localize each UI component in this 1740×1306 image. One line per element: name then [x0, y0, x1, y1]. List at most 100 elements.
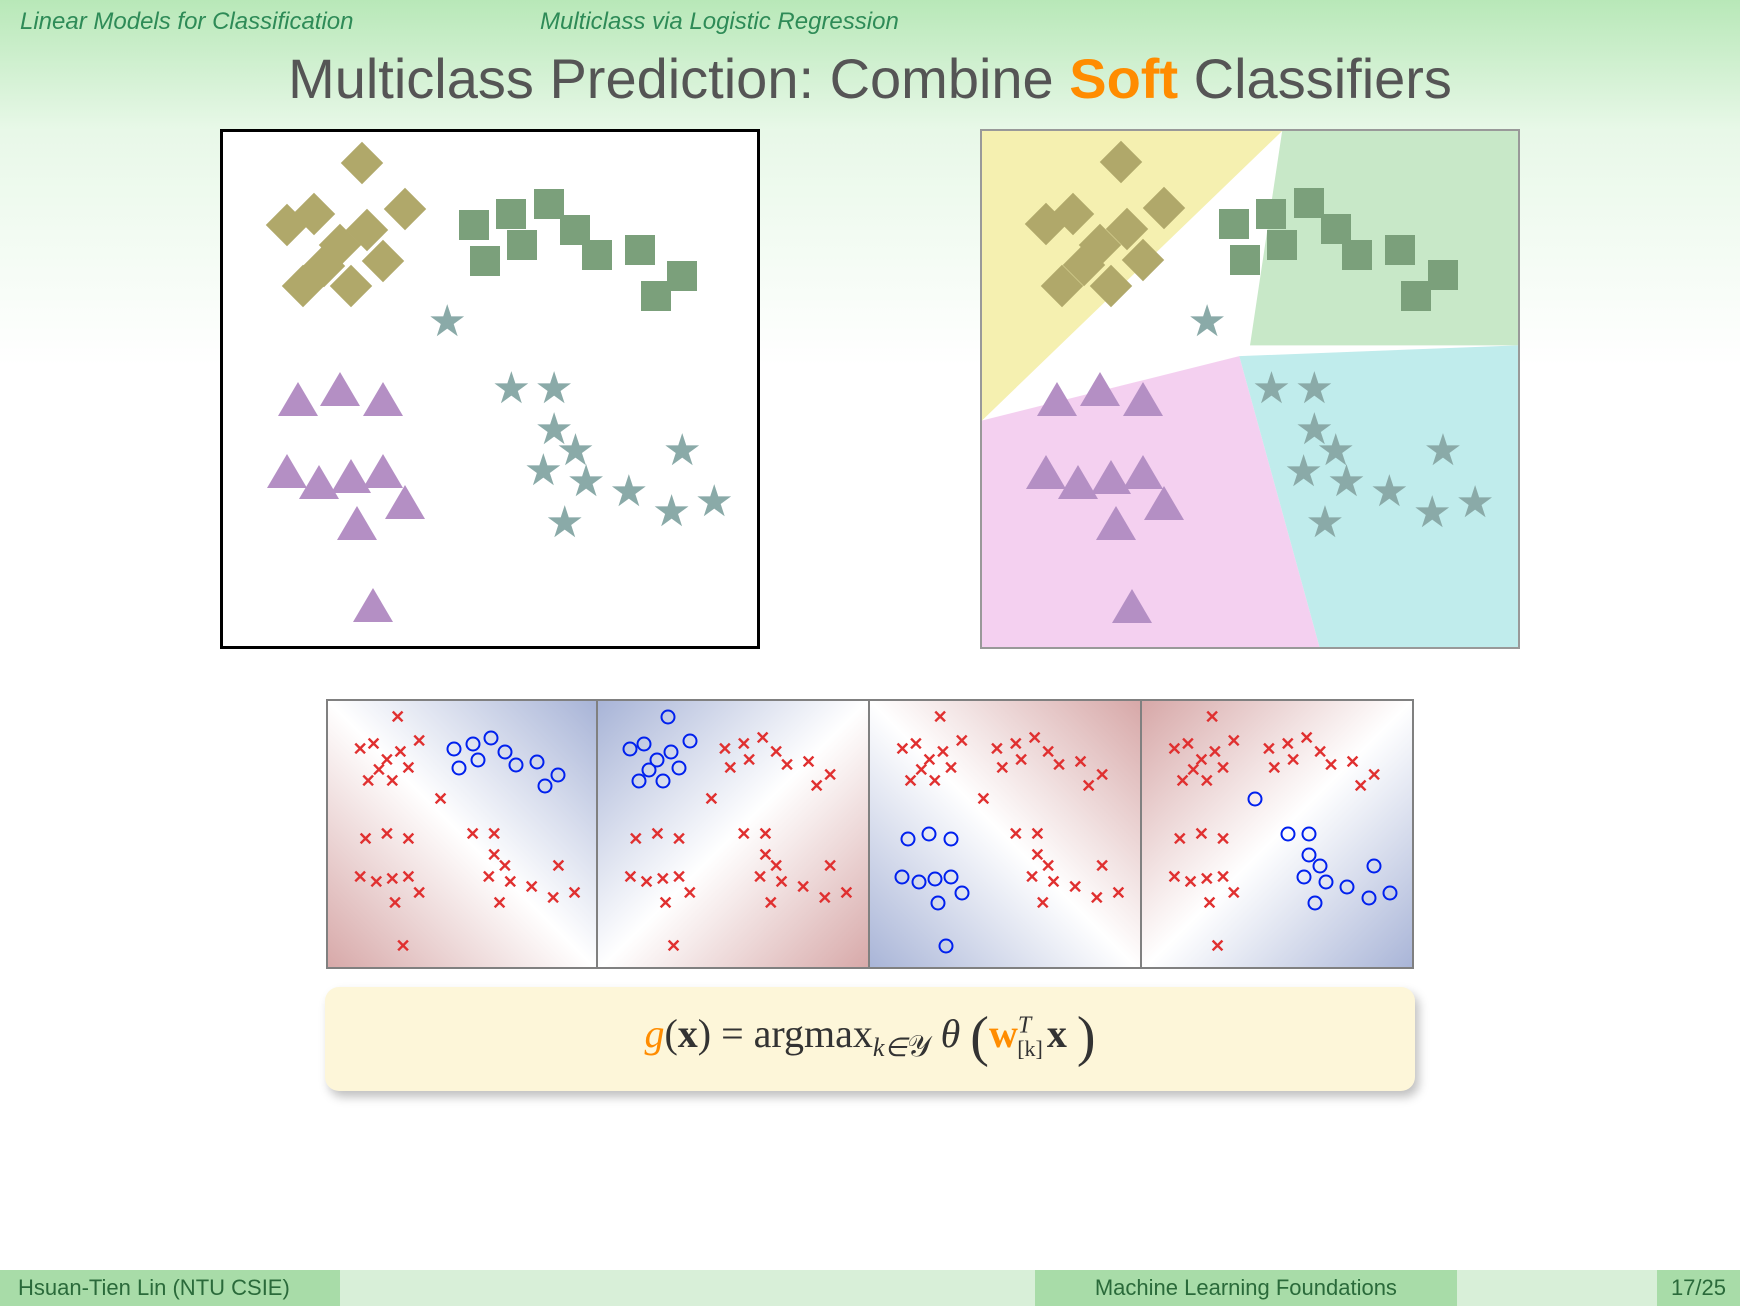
circ-marker [471, 752, 486, 767]
square-marker [1294, 188, 1324, 218]
circ-marker [551, 768, 566, 783]
square-marker [625, 235, 655, 265]
square-marker [1401, 281, 1431, 311]
circ-marker [530, 755, 545, 770]
cross-marker: ✕ [1215, 759, 1230, 777]
square-marker [582, 240, 612, 270]
cross-marker: ✕ [395, 937, 410, 955]
star-marker: ★ [663, 429, 702, 473]
ova-panel-2: ✕✕✕✕✕✕✕✕✕✕✕✕✕✕✕✕✕✕✕✕✕✕✕✕✕✕✕✕✕✕✕✕ [598, 699, 870, 969]
star-marker: ★ [1187, 300, 1226, 344]
star-marker: ★ [1284, 450, 1323, 494]
circ-marker [1340, 880, 1355, 895]
cross-marker: ✕ [1205, 708, 1220, 726]
circ-marker [1297, 869, 1312, 884]
circ-marker [938, 938, 953, 953]
cross-marker: ✕ [903, 772, 918, 790]
circ-marker [954, 885, 969, 900]
cross-marker: ✕ [774, 873, 789, 891]
circ-marker [682, 733, 697, 748]
footer-page: 17/25 [1657, 1270, 1740, 1306]
cross-marker: ✕ [796, 878, 811, 896]
ova-panel-1: ✕✕✕✕✕✕✕✕✕✕✕✕✕✕✕✕✕✕✕✕✕✕✕✕✕✕✕✕✕✕✕✕ [326, 699, 598, 969]
cross-marker: ✕ [1068, 878, 1083, 896]
star-marker: ★ [545, 501, 584, 545]
cross-marker: ✕ [1215, 830, 1230, 848]
cross-marker: ✕ [524, 878, 539, 896]
cross-marker: ✕ [1202, 894, 1217, 912]
cross-marker: ✕ [1035, 894, 1050, 912]
diamond-marker [341, 142, 383, 184]
cross-marker: ✕ [1030, 825, 1045, 843]
cross-marker: ✕ [387, 894, 402, 912]
square-marker [470, 246, 500, 276]
square-marker [1219, 209, 1249, 239]
cross-marker: ✕ [655, 870, 670, 888]
cross-marker: ✕ [752, 868, 767, 886]
cross-marker: ✕ [1014, 751, 1029, 769]
cross-marker: ✕ [1089, 889, 1104, 907]
circ-marker [1302, 827, 1317, 842]
circ-marker [1318, 874, 1333, 889]
cross-marker: ✕ [465, 825, 480, 843]
cross-marker: ✕ [1167, 868, 1182, 886]
circ-marker [452, 760, 467, 775]
cross-marker: ✕ [401, 830, 416, 848]
circ-marker [1248, 792, 1263, 807]
cross-marker: ✕ [723, 759, 738, 777]
cross-marker: ✕ [1008, 825, 1023, 843]
cross-marker: ✕ [717, 740, 732, 758]
title-accent: Soft [1069, 47, 1178, 110]
circ-marker [1313, 858, 1328, 873]
star-marker: ★ [524, 449, 563, 493]
cross-marker: ✕ [1024, 868, 1039, 886]
cross-marker: ✕ [742, 751, 757, 769]
cross-marker: ✕ [1199, 772, 1214, 790]
cross-marker: ✕ [623, 868, 638, 886]
triangle-marker [320, 372, 360, 406]
star-marker: ★ [1413, 491, 1452, 535]
cross-marker: ✕ [933, 708, 948, 726]
cross-marker: ✕ [927, 772, 942, 790]
triangle-marker [278, 382, 318, 416]
cross-marker: ✕ [385, 870, 400, 888]
star-marker: ★ [652, 490, 691, 534]
circ-marker [927, 872, 942, 887]
cross-marker: ✕ [995, 759, 1010, 777]
cross-marker: ✕ [639, 873, 654, 891]
cross-marker: ✕ [817, 889, 832, 907]
cross-marker: ✕ [401, 759, 416, 777]
footer-course: Machine Learning Foundations [1035, 1270, 1457, 1306]
star-marker: ★ [428, 300, 467, 344]
circ-marker [636, 736, 651, 751]
cross-marker: ✕ [1095, 766, 1110, 784]
cross-marker: ✕ [492, 894, 507, 912]
cross-marker: ✕ [943, 759, 958, 777]
triangle-marker [1096, 506, 1136, 540]
ova-panel-4: ✕✕✕✕✕✕✕✕✕✕✕✕✕✕✕✕✕✕✕✕✕✕✕✕✕✕✕✕✕✕ [1142, 699, 1414, 969]
footer-author: Hsuan-Tien Lin (NTU CSIE) [0, 1270, 340, 1306]
square-marker [641, 281, 671, 311]
cross-marker: ✕ [823, 766, 838, 784]
cross-marker: ✕ [353, 868, 368, 886]
circ-marker [1307, 896, 1322, 911]
square-marker [1342, 240, 1372, 270]
formula-sub-k: k∈𝒴 [873, 1033, 931, 1062]
formula-wT: T [1018, 1013, 1031, 1039]
circ-marker [484, 731, 499, 746]
formula-theta: θ [931, 1011, 971, 1056]
cross-marker: ✕ [1051, 756, 1066, 774]
cross-marker: ✕ [481, 868, 496, 886]
circ-marker [922, 827, 937, 842]
cross-marker: ✕ [758, 825, 773, 843]
cross-marker: ✕ [1353, 777, 1368, 795]
cross-marker: ✕ [671, 830, 686, 848]
cross-marker: ✕ [658, 894, 673, 912]
square-marker [1385, 235, 1415, 265]
cross-marker: ✕ [650, 825, 665, 843]
header-subtopic: Multiclass via Logistic Regression [540, 8, 1720, 36]
header-topic: Linear Models for Classification [20, 8, 540, 36]
circ-marker [661, 709, 676, 724]
triangle-marker [363, 382, 403, 416]
circ-marker [655, 773, 670, 788]
